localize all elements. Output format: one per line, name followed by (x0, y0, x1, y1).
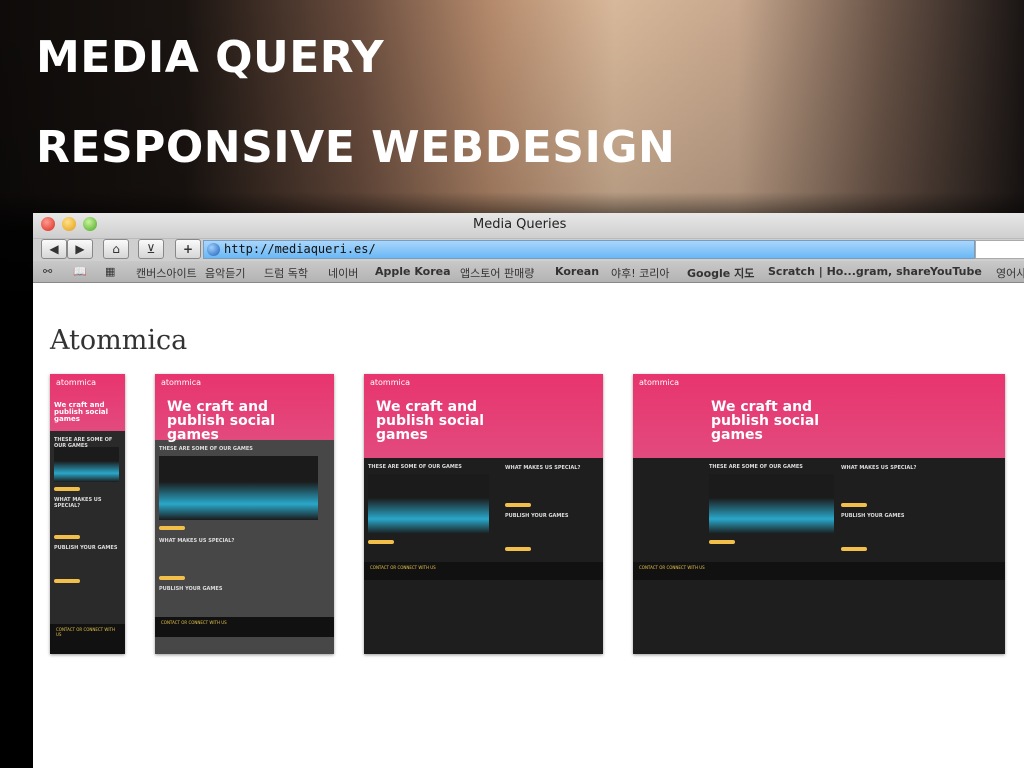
section-special-heading: WHAT MAKES US SPECIAL? (841, 465, 917, 471)
learn-more-button (505, 503, 531, 507)
url-field[interactable]: http://mediaqueri.es/ (203, 240, 975, 259)
section-special-heading: WHAT MAKES US SPECIAL? (54, 497, 102, 509)
view-all-button (709, 540, 735, 544)
thumbnail-headline: We craft and publish social games (711, 399, 820, 443)
bookmark-item[interactable]: Korean (555, 265, 599, 278)
bookmark-item[interactable]: 드럼 독학 (264, 265, 308, 281)
bookmark-add-icon: ⊻ (146, 242, 156, 256)
thumbnail-footer: CONTACT OR CONNECT WITH US (155, 617, 334, 637)
site-heading: Atommica (50, 325, 188, 356)
bookmark-item[interactable]: Scratch | Ho...gram, share (768, 265, 931, 278)
top-sites-grid-icon[interactable]: ▦ (105, 265, 115, 278)
game-screenshot (54, 447, 119, 482)
slide-subtitle: RESPONSIVE WEBDESIGN (36, 122, 676, 173)
section-publish-heading: PUBLISH YOUR GAMES (159, 586, 223, 592)
bookmark-item[interactable]: 네이버 (328, 265, 358, 281)
game-screenshot (368, 474, 490, 534)
toolbar: ◀ ▶ ⌂ ⊻ + http://mediaqueri.es/ (33, 239, 1024, 261)
forward-button[interactable]: ▶ (67, 239, 93, 259)
screenshot-thumbnail[interactable]: atommica We craft and publish social game… (50, 374, 125, 654)
title-bar: Media Queries (33, 213, 1024, 239)
bookmark-item[interactable]: Apple Korea (375, 265, 451, 278)
bookmark-item[interactable]: 영어사 (996, 265, 1024, 281)
view-all-button (368, 540, 394, 544)
web-page: Atommica atommica We craft and publish so… (33, 283, 1024, 763)
thumbnail-footer: CONTACT OR CONNECT WITH US (633, 562, 1005, 580)
section-special-heading: WHAT MAKES US SPECIAL? (159, 538, 235, 544)
learn-more-button (841, 547, 867, 551)
bookmark-item[interactable]: Google 지도 (687, 265, 754, 281)
url-text: http://mediaqueri.es/ (224, 242, 376, 256)
reading-list-icon[interactable]: ⚯ (43, 265, 52, 278)
section-publish-heading: PUBLISH YOUR GAMES (505, 513, 569, 519)
bookmarks-bar: ⚯ 📖 ▦ 캔버스아이트 음악듣기 드럼 독학 네이버 Apple Korea … (33, 261, 1024, 283)
thumbnail-footer: CONTACT OR CONNECT WITH US (50, 624, 125, 654)
thumbnail-headline: We craft and publish social games (376, 399, 485, 443)
search-field[interactable] (975, 240, 1024, 259)
learn-more-button (54, 579, 80, 583)
slide-title: MEDIA QUERY (36, 32, 385, 83)
game-screenshot (709, 474, 834, 534)
screenshot-thumbnail[interactable]: atommica We craft and publish social game… (155, 374, 334, 654)
bookmark-item[interactable]: 야후! 코리아 (611, 265, 670, 281)
thumbnail-footer: CONTACT OR CONNECT WITH US (364, 562, 603, 580)
game-screenshot (159, 456, 318, 520)
learn-more-button (54, 535, 80, 539)
section-games-heading: THESE ARE SOME OF OUR GAMES (368, 464, 462, 470)
home-icon: ⌂ (112, 242, 120, 256)
learn-more-button (505, 547, 531, 551)
screenshot-thumbnail[interactable]: atommica We craft and publish social game… (364, 374, 603, 654)
bookmark-item[interactable]: 캔버스아이트 (136, 265, 197, 281)
new-tab-button[interactable]: + (175, 239, 201, 259)
thumbnail-headline: We craft and publish social games (54, 401, 109, 423)
thumbnail-logo: atommica (639, 378, 680, 387)
browser-window: Media Queries ◀ ▶ ⌂ ⊻ + http://mediaquer… (33, 213, 1024, 768)
view-all-button (159, 526, 185, 530)
learn-more-button (159, 576, 185, 580)
bookmark-item[interactable]: YouTube (930, 265, 982, 278)
section-special-heading: WHAT MAKES US SPECIAL? (505, 465, 581, 471)
bookmark-item[interactable]: 음악듣기 (205, 265, 245, 281)
screenshot-thumbnail[interactable]: atommica We craft and publish social game… (633, 374, 1005, 654)
add-bookmark-button[interactable]: ⊻ (138, 239, 164, 259)
back-button[interactable]: ◀ (41, 239, 67, 259)
section-games-heading: THESE ARE SOME OF OUR GAMES (159, 446, 253, 452)
plus-icon: + (182, 242, 194, 256)
section-publish-heading: PUBLISH YOUR GAMES (54, 545, 118, 551)
view-all-button (54, 487, 80, 491)
bookmark-item[interactable]: 앱스토어 판매량 (460, 265, 534, 281)
home-button[interactable]: ⌂ (103, 239, 129, 259)
window-title: Media Queries (473, 217, 567, 232)
section-publish-heading: PUBLISH YOUR GAMES (841, 513, 905, 519)
learn-more-button (841, 503, 867, 507)
thumbnail-logo: atommica (161, 378, 202, 387)
thumbnail-logo: atommica (56, 378, 97, 387)
globe-icon (207, 243, 220, 256)
thumbnail-logo: atommica (370, 378, 411, 387)
bookmarks-book-icon[interactable]: 📖 (73, 265, 87, 278)
thumbnail-headline: We craft and publish social games (167, 399, 276, 443)
